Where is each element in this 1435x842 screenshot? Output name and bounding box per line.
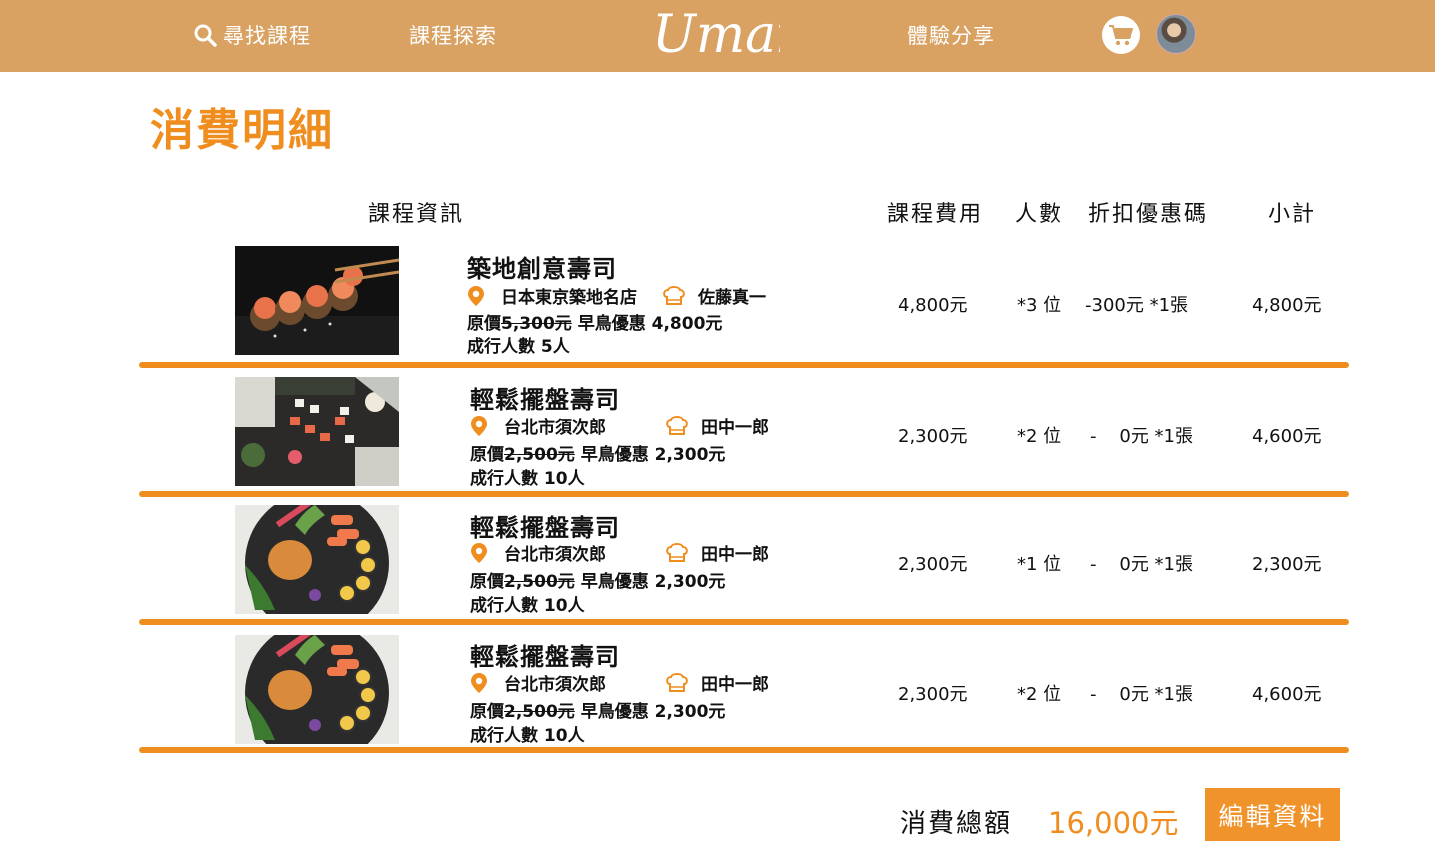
course-chef: 田中一郎 (665, 670, 769, 695)
order-row: 築地創意壽司 日本東京築地名店 佐藤真一 原價5,300元 早鳥優惠 4,800… (0, 246, 1435, 374)
chef-name: 田中一郎 (701, 675, 769, 695)
nav-explore-courses[interactable]: 課程探索 (409, 20, 497, 50)
course-fee: 2,300元 (898, 684, 968, 705)
chef-hat-icon (666, 415, 688, 435)
chef-hat-icon (666, 672, 688, 692)
nav-search-label: 尋找課程 (223, 24, 311, 48)
course-name[interactable]: 輕鬆擺盤壽司 (470, 380, 620, 415)
top-nav-bar: 尋找課程 課程探索 Umai 體驗分享 (0, 0, 1435, 72)
course-image (235, 505, 399, 614)
price-prefix: 原價 (470, 702, 504, 722)
minimum-people: 成行人數 5人 (467, 337, 570, 357)
original-price: 2,500元 (504, 572, 575, 592)
course-fee: 2,300元 (898, 426, 968, 447)
people-count: *3 位 (1017, 295, 1062, 316)
nav-search-courses[interactable]: 尋找課程 (193, 20, 311, 50)
price-prefix: 原價 (470, 445, 504, 465)
location-text: 台北市須次郎 (504, 675, 606, 695)
people-count: *1 位 (1017, 554, 1062, 575)
course-chef: 佐藤真一 (662, 283, 766, 308)
order-row: 輕鬆擺盤壽司 台北市須次郎 田中一郎 原價2,500元 早鳥優惠 2,300元 … (0, 377, 1435, 505)
minimum-people: 成行人數 10人 (470, 596, 585, 616)
location-text: 日本東京築地名店 (501, 288, 637, 308)
early-bird-price: 早鳥優惠 2,300元 (580, 572, 726, 592)
early-bird-price: 早鳥優惠 4,800元 (577, 314, 723, 334)
course-chef: 田中一郎 (665, 540, 769, 565)
coupon-discount: - 0元 *1張 (1090, 554, 1194, 575)
location-text: 台北市須次郎 (504, 418, 606, 438)
row-divider (139, 362, 1349, 368)
column-header-subtotal: 小計 (1268, 202, 1317, 227)
chef-name: 田中一郎 (701, 545, 769, 565)
course-price: 原價2,500元 早鳥優惠 2,300元 (470, 440, 725, 465)
row-subtotal: 4,600元 (1252, 426, 1322, 447)
early-bird-price: 早鳥優惠 2,300元 (580, 445, 726, 465)
row-divider (139, 491, 1349, 497)
course-name[interactable]: 輕鬆擺盤壽司 (470, 508, 620, 543)
column-header-fee: 課程費用 (887, 202, 984, 227)
coupon-discount: -300元 *1張 (1085, 295, 1189, 316)
edit-info-button[interactable]: 編輯資料 (1205, 788, 1340, 841)
total-amount: 16,000元 (1048, 806, 1179, 840)
total-label: 消費總額 (900, 809, 1013, 839)
location-pin-icon (471, 672, 487, 693)
course-location: 台北市須次郎 (470, 540, 606, 565)
chef-hat-icon (666, 542, 688, 562)
column-header-course-info: 課程資訊 (368, 202, 465, 227)
location-pin-icon (468, 285, 484, 306)
course-fee: 4,800元 (898, 295, 968, 316)
course-image (235, 246, 399, 355)
cart-icon (1109, 25, 1133, 46)
course-fee: 2,300元 (898, 554, 968, 575)
course-location: 日本東京築地名店 (467, 283, 637, 308)
row-subtotal: 4,800元 (1252, 295, 1322, 316)
price-prefix: 原價 (467, 314, 501, 334)
course-chef: 田中一郎 (665, 413, 769, 438)
early-bird-price: 早鳥優惠 2,300元 (580, 702, 726, 722)
chef-name: 佐藤真一 (698, 288, 766, 308)
course-name[interactable]: 築地創意壽司 (467, 249, 617, 284)
location-pin-icon (471, 542, 487, 563)
course-price: 原價5,300元 早鳥優惠 4,800元 (467, 309, 722, 334)
minimum-people: 成行人數 10人 (470, 469, 585, 489)
course-location: 台北市須次郎 (470, 670, 606, 695)
people-count: *2 位 (1017, 426, 1062, 447)
location-text: 台北市須次郎 (504, 545, 606, 565)
location-pin-icon (471, 415, 487, 436)
nav-share-label: 體驗分享 (907, 24, 995, 48)
order-row: 輕鬆擺盤壽司 台北市須次郎 田中一郎 原價2,500元 早鳥優惠 2,300元 … (0, 635, 1435, 763)
column-header-people: 人數 (1015, 202, 1064, 227)
row-divider (139, 619, 1349, 625)
course-price: 原價2,500元 早鳥優惠 2,300元 (470, 697, 725, 722)
logo-text: Umai (652, 5, 780, 65)
course-image (235, 377, 399, 486)
original-price: 5,300元 (501, 314, 572, 334)
course-image (235, 635, 399, 744)
page-title: 消費明細 (150, 105, 334, 156)
minimum-people: 成行人數 10人 (470, 726, 585, 746)
nav-explore-label: 課程探索 (409, 24, 497, 48)
row-divider (139, 747, 1349, 753)
coupon-discount: - 0元 *1張 (1090, 426, 1194, 447)
nav-experience-share[interactable]: 體驗分享 (907, 20, 995, 50)
umai-logo[interactable]: Umai (650, 0, 780, 66)
course-name[interactable]: 輕鬆擺盤壽司 (470, 637, 620, 672)
column-header-coupon: 折扣優惠碼 (1088, 202, 1209, 227)
user-avatar[interactable] (1156, 14, 1196, 54)
chef-name: 田中一郎 (701, 418, 769, 438)
course-price: 原價2,500元 早鳥優惠 2,300元 (470, 567, 725, 592)
people-count: *2 位 (1017, 684, 1062, 705)
search-icon (194, 24, 217, 47)
order-row: 輕鬆擺盤壽司 台北市須次郎 田中一郎 原價2,500元 早鳥優惠 2,300元 … (0, 505, 1435, 633)
course-location: 台北市須次郎 (470, 413, 606, 438)
coupon-discount: - 0元 *1張 (1090, 684, 1194, 705)
original-price: 2,500元 (504, 702, 575, 722)
cart-button[interactable] (1102, 16, 1140, 54)
chef-hat-icon (663, 285, 685, 305)
row-subtotal: 4,600元 (1252, 684, 1322, 705)
price-prefix: 原價 (470, 572, 504, 592)
row-subtotal: 2,300元 (1252, 554, 1322, 575)
original-price: 2,500元 (504, 445, 575, 465)
